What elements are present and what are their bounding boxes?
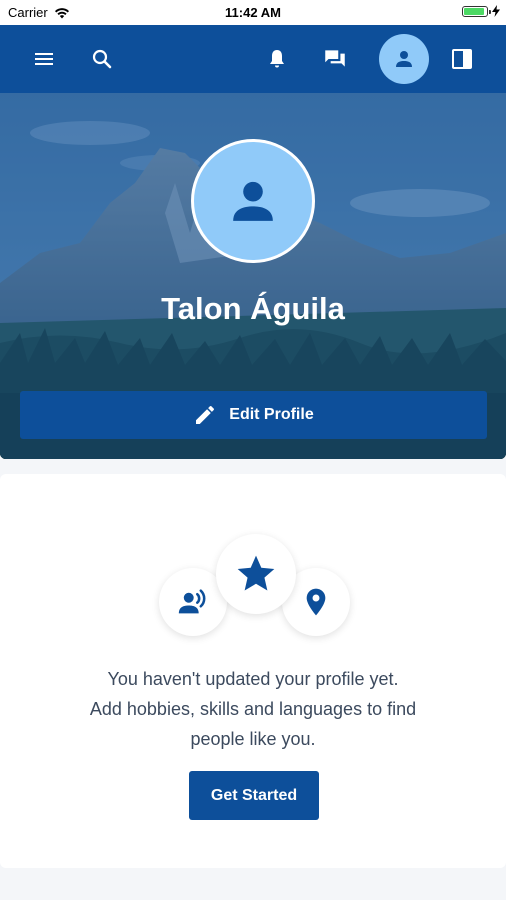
clock: 11:42 AM — [225, 5, 281, 20]
menu-icon — [35, 53, 53, 65]
menu-button[interactable] — [20, 25, 68, 93]
bell-icon — [270, 50, 284, 68]
battery-icon — [462, 5, 491, 17]
empty-profile-card: You haven't updated your profile yet. Ad… — [0, 474, 506, 868]
account-avatar-button[interactable] — [379, 34, 429, 84]
empty-state-line: people like you. — [190, 729, 316, 749]
empty-state-line: Add hobbies, skills and languages to fin… — [89, 699, 417, 719]
profile-photo[interactable] — [191, 139, 315, 263]
search-button[interactable] — [78, 25, 126, 93]
star-icon — [237, 555, 275, 591]
sidebar-toggle-icon — [452, 49, 472, 69]
pencil-icon — [196, 406, 215, 424]
charging-icon — [492, 5, 500, 17]
star-badge — [216, 534, 296, 614]
messages-button[interactable] — [311, 25, 359, 93]
notifications-button[interactable] — [253, 25, 301, 93]
profile-name: Talon Águila — [161, 291, 345, 326]
edit-profile-label: Edit Profile — [229, 406, 314, 423]
sidebar-toggle-button[interactable] — [438, 25, 486, 93]
app-bar — [0, 25, 506, 93]
voice-person-icon — [178, 589, 206, 614]
search-icon — [92, 49, 112, 69]
empty-state-message: You haven't updated your profile yet. Ad… — [0, 664, 506, 754]
edit-profile-button[interactable]: Edit Profile — [20, 391, 487, 439]
person-icon — [396, 51, 412, 67]
person-icon — [233, 181, 273, 221]
get-started-button[interactable]: Get Started — [189, 771, 319, 820]
location-pin-icon — [306, 588, 326, 616]
status-bar: Carrier 11:42 AM — [0, 0, 506, 25]
empty-state-line: You haven't updated your profile yet. — [107, 669, 399, 689]
chat-icon — [325, 50, 345, 67]
status-bar-right — [462, 5, 500, 17]
profile-header: Talon Águila Edit Profile — [0, 93, 506, 459]
